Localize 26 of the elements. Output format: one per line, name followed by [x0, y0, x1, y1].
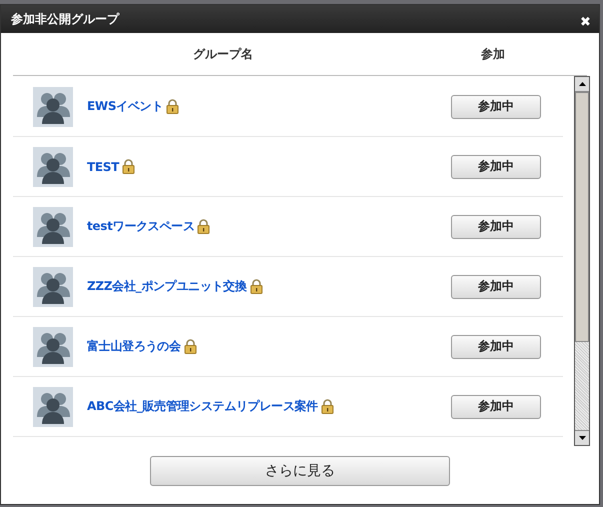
group-link[interactable]: ZZZ会社_ポンプユニット交換 [87, 278, 247, 295]
group-link[interactable]: TEST [87, 160, 120, 174]
scrollbar[interactable] [574, 76, 590, 446]
group-avatar-icon [33, 386, 73, 426]
joined-button[interactable]: 参加中 [451, 394, 541, 418]
close-button[interactable]: ✖ [580, 14, 591, 28]
scroll-down-icon[interactable] [578, 436, 586, 440]
joined-button[interactable]: 参加中 [451, 214, 541, 238]
group-link[interactable]: 富士山登ろうの会 [87, 338, 181, 355]
show-more-button[interactable]: さらに見る [150, 456, 450, 486]
dialog-title: 参加非公開グループ [11, 10, 119, 28]
group-link[interactable]: ABC会社_販売管理システムリプレース案件 [87, 398, 318, 415]
group-avatar-icon [33, 146, 73, 186]
column-header: グループ名 [192, 46, 254, 62]
group-link[interactable]: EWSイベント [87, 98, 163, 115]
joined-button[interactable]: 参加中 [451, 334, 541, 358]
joined-button[interactable]: 参加中 [451, 154, 541, 178]
group-link[interactable]: testワークスペース [87, 218, 194, 235]
joined-button[interactable]: 参加中 [451, 274, 541, 298]
group-avatar-icon [33, 266, 73, 306]
group-avatar-icon [33, 86, 73, 126]
group-avatar-icon [33, 326, 73, 366]
scroll-up-icon[interactable] [578, 82, 586, 86]
joined-button[interactable]: 参加中 [451, 94, 541, 118]
group-avatar-icon [33, 206, 73, 246]
column-header: 参加 [480, 46, 506, 62]
